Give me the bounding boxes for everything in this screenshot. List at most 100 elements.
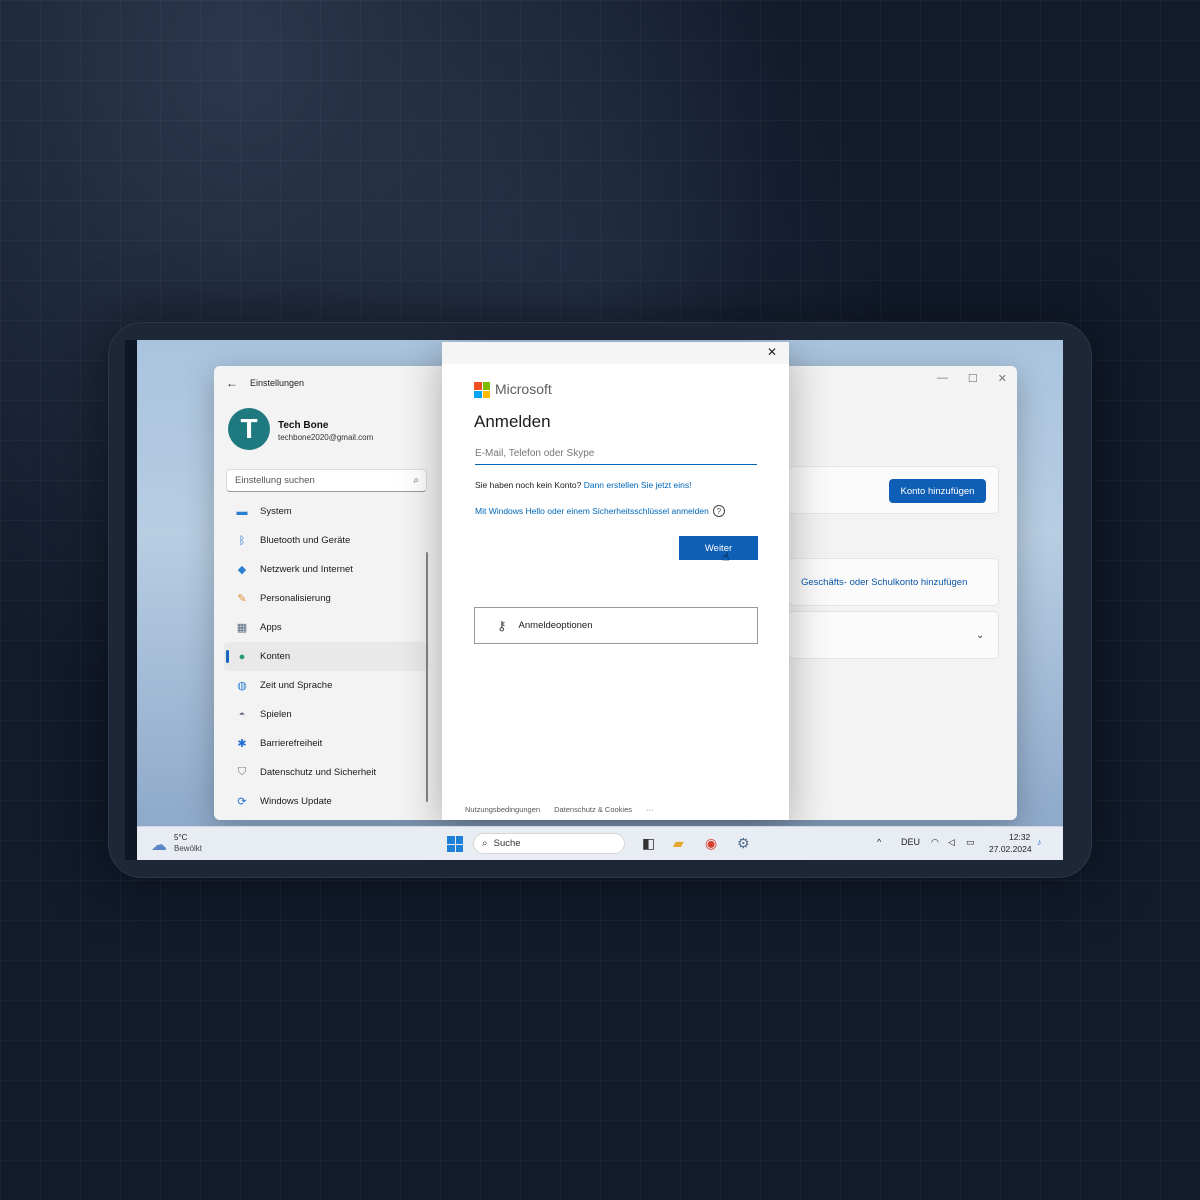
email-field[interactable] — [475, 443, 757, 465]
maximize-icon[interactable]: ☐ — [968, 372, 978, 385]
sidebar-item-label: Spielen — [260, 709, 292, 720]
add-account-button[interactable]: Konto hinzufügen — [889, 479, 986, 503]
gamepad-icon: ◓ — [238, 708, 246, 721]
search-icon[interactable]: ⌕ — [413, 475, 419, 486]
hand-cursor-icon: ☝ — [722, 550, 730, 564]
minimize-icon[interactable]: — — [937, 372, 948, 385]
sidebar-item-label: Bluetooth und Geräte — [260, 535, 351, 546]
back-arrow-icon[interactable]: ← — [226, 376, 238, 390]
clock-time[interactable]: 12:32 — [1009, 832, 1030, 842]
terms-link[interactable]: Nutzungsbedingungen — [465, 805, 540, 814]
next-button[interactable]: Weiter — [679, 536, 758, 560]
signin-options-button[interactable]: ⚷ Anmeldeoptionen — [474, 607, 758, 644]
sidebar-item-label: Barrierefreiheit — [260, 738, 323, 749]
cloud-icon[interactable]: ☁ — [151, 835, 167, 855]
battery-icon[interactable]: ▭ — [966, 837, 975, 848]
sidebar-item-label: Netzwerk und Internet — [260, 564, 353, 575]
bluetooth-icon: ᛒ — [238, 534, 246, 547]
volume-icon[interactable]: ◁ — [948, 837, 955, 848]
start-square — [447, 844, 455, 852]
user-email: techbone2020@gmail.com — [278, 433, 374, 442]
language-indicator[interactable]: DEU — [901, 837, 920, 847]
sidebar-item-label: Konten — [260, 651, 291, 662]
sidebar-item-privacy[interactable]: ⛉ Datenschutz und Sicherheit — [224, 758, 429, 787]
weather-temperature[interactable]: 5°C — [174, 833, 187, 842]
weather-description[interactable]: Bewölkt — [174, 844, 202, 853]
chrome-icon[interactable]: ◉ — [705, 835, 717, 852]
sidebar-item-bluetooth[interactable]: ᛒ Bluetooth und Geräte — [224, 526, 429, 555]
sidebar-item-gaming[interactable]: ◓ Spielen — [224, 700, 429, 729]
taskbar-search[interactable]: ⌕ Suche — [473, 833, 625, 854]
task-view-icon[interactable]: ◧ — [642, 835, 655, 852]
settings-title: Einstellungen — [250, 378, 305, 388]
microsoft-logo — [474, 382, 490, 398]
sidebar-item-accounts[interactable]: ● Konten — [224, 642, 429, 671]
person-icon: ● — [238, 650, 246, 663]
microsoft-wordmark: Microsoft — [495, 381, 552, 397]
sidebar-scrollbar[interactable] — [426, 552, 428, 802]
sidebar-item-windows-update[interactable]: ⟳ Windows Update — [224, 787, 429, 816]
logo-square-red — [474, 382, 482, 390]
sidebar-item-label: System — [260, 506, 292, 517]
search-input[interactable] — [227, 470, 397, 491]
close-window-icon[interactable]: ✕ — [998, 372, 1007, 385]
update-icon: ⟳ — [237, 796, 247, 808]
avatar[interactable]: T — [228, 408, 270, 450]
taskbar-search-label: Suche — [493, 838, 521, 849]
sidebar-item-accessibility[interactable]: ✱ Barrierefreiheit — [224, 729, 429, 758]
privacy-link[interactable]: Datenschutz & Cookies — [554, 805, 632, 814]
start-square — [455, 836, 463, 844]
settings-search: ⌕ — [226, 469, 427, 492]
chevron-up-icon[interactable]: ^ — [877, 837, 881, 847]
start-square — [455, 844, 463, 852]
windows-hello-link[interactable]: Mit Windows Hello oder einem Sicherheits… — [475, 505, 725, 517]
close-icon[interactable]: ✕ — [767, 345, 777, 359]
no-account-label: Sie haben noch kein Konto? — [475, 480, 582, 490]
windows-start-icon[interactable] — [447, 836, 463, 852]
user-name: Tech Bone — [278, 420, 329, 431]
add-work-account-link[interactable]: Geschäfts- oder Schulkonto hinzufügen — [801, 577, 967, 588]
sidebar-item-network[interactable]: ◆ Netzwerk und Internet — [224, 555, 429, 584]
sidebar-nav: ▬ System ᛒ Bluetooth und Geräte ◆ Netzwe… — [224, 497, 429, 816]
add-account-card: Konto hinzufügen — [788, 466, 999, 514]
expandable-card[interactable]: ⌄ — [788, 611, 999, 659]
sidebar-item-system[interactable]: ▬ System — [224, 497, 429, 526]
search-icon: ⌕ — [482, 838, 488, 849]
create-account-link[interactable]: Dann erstellen Sie jetzt eins! — [584, 480, 692, 490]
taskbar: ☁ 5°C Bewölkt ⌕ Suche ◧ ▰ ◉ ⚙ ^ DEU ◠ ◁ … — [137, 826, 1063, 860]
sidebar-item-label: Personalisierung — [260, 593, 331, 604]
more-options-button[interactable]: ··· — [646, 805, 654, 814]
shield-icon: ⛉ — [237, 766, 247, 778]
work-account-card: Geschäfts- oder Schulkonto hinzufügen — [788, 558, 999, 606]
dialog-footer: Nutzungsbedingungen Datenschutz & Cookie… — [465, 805, 654, 814]
sidebar-item-label: Zeit und Sprache — [260, 680, 333, 691]
clock-date[interactable]: 27.02.2024 — [989, 844, 1032, 854]
signin-options-label: Anmeldeoptionen — [518, 620, 593, 631]
window-controls: — ☐ ✕ — [937, 372, 1007, 385]
notification-bell-icon[interactable]: ♪ — [1037, 837, 1042, 847]
sidebar-item-apps[interactable]: ▦ Apps — [224, 613, 429, 642]
start-square — [447, 836, 455, 844]
key-icon: ⚷ — [497, 617, 507, 633]
wifi-icon: ◆ — [237, 564, 247, 576]
globe-icon: ◍ — [237, 680, 247, 692]
settings-gear-icon[interactable]: ⚙ — [737, 835, 750, 852]
sidebar-item-label: Windows Update — [260, 796, 332, 807]
sidebar-item-label: Datenschutz und Sicherheit — [260, 767, 377, 778]
chevron-down-icon[interactable]: ⌄ — [976, 630, 984, 641]
file-explorer-icon[interactable]: ▰ — [673, 835, 684, 852]
no-account-text: Sie haben noch kein Konto? Dann erstelle… — [475, 480, 691, 490]
dialog-titlebar: ✕ — [442, 342, 789, 364]
logo-square-green — [482, 382, 490, 390]
windows-hello-label[interactable]: Mit Windows Hello oder einem Sicherheits… — [475, 506, 709, 516]
wifi-icon[interactable]: ◠ — [931, 837, 939, 848]
dialog-heading: Anmelden — [474, 412, 551, 431]
signin-dialog: ✕ Microsoft Anmelden Sie haben noch kein… — [442, 342, 789, 820]
apps-icon: ▦ — [236, 622, 248, 634]
sidebar-item-label: Apps — [260, 622, 282, 633]
logo-square-blue — [474, 390, 482, 398]
monitor-icon: ▬ — [236, 505, 248, 518]
help-icon[interactable]: ? — [712, 505, 725, 517]
sidebar-item-personalization[interactable]: ✎ Personalisierung — [224, 584, 429, 613]
sidebar-item-time[interactable]: ◍ Zeit und Sprache — [224, 671, 429, 700]
